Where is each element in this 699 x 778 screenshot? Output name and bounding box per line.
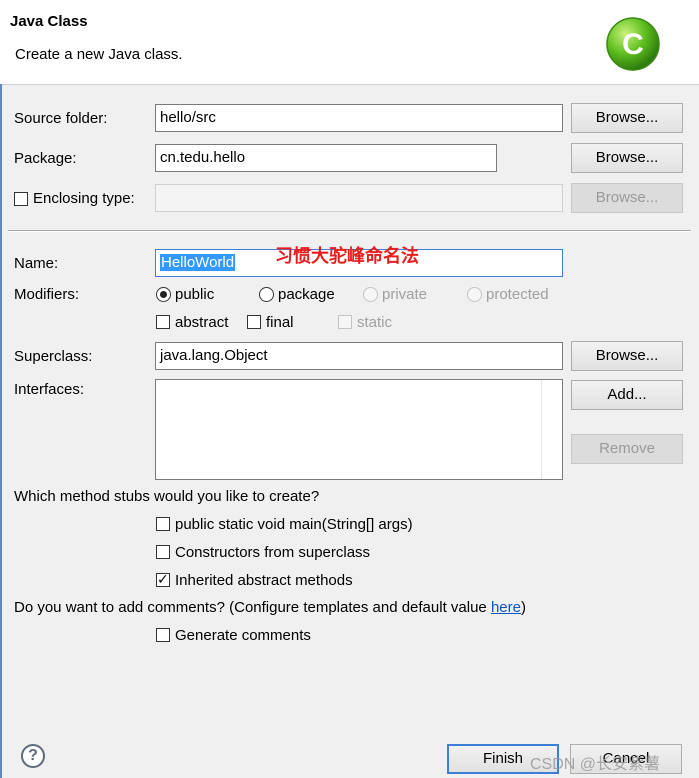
comments-question-end: ) [520,599,526,616]
package-radio[interactable] [259,287,274,302]
modifiers-label: Modifiers: [14,286,80,303]
templates-here-link[interactable]: here [491,599,521,616]
name-label: Name: [14,255,59,272]
svg-text:C: C [622,28,644,61]
static-checkbox-label: static [357,314,393,331]
package-label: Package: [14,150,77,167]
annotation-text: 习惯大驼峰命名法 [275,246,419,266]
dialog-header: Java Class Create a new Java class. C [0,0,699,85]
inherited-abstract-checkbox[interactable]: ✓ [156,571,170,587]
interfaces-label: Interfaces: [14,381,85,398]
enclosing-type-browse-button[interactable]: Browse... [571,183,683,213]
name-selected-text: HelloWorld [160,254,236,271]
generate-comments-label: Generate comments [175,627,311,644]
superclass-browse-button[interactable]: Browse... [571,341,683,371]
comments-question: Do you want to add comments? (Configure … [14,599,526,616]
comments-question-text: Do you want to add comments? (Configure … [14,599,491,616]
superclass-input[interactable]: java.lang.Object [155,342,563,370]
private-radio-label: private [382,286,428,303]
constructors-checkbox[interactable] [156,545,170,559]
enclosing-type-label: Enclosing type: [33,190,135,207]
enclosing-type-input[interactable] [155,184,563,212]
abstract-checkbox[interactable] [156,315,170,329]
public-radio[interactable] [156,287,171,302]
generate-comments-checkbox[interactable] [156,628,170,642]
package-browse-button[interactable]: Browse... [571,143,683,173]
checkmark-icon: ✓ [157,571,169,587]
interfaces-list[interactable] [155,379,563,480]
method-stubs-question: Which method stubs would you like to cre… [14,488,320,505]
private-radio[interactable] [363,287,378,302]
interfaces-remove-button[interactable]: Remove [571,434,683,464]
protected-radio[interactable] [467,287,482,302]
help-icon[interactable]: ? [21,744,45,768]
abstract-checkbox-label: abstract [175,314,229,331]
java-class-logo-icon: C [606,17,660,71]
watermark-text: CSDN @长安紫薯 [530,756,661,773]
protected-radio-label: protected [486,286,549,303]
dialog-title: Java Class [10,13,88,30]
package-input[interactable]: cn.tedu.hello [155,144,497,172]
source-folder-input[interactable]: hello/src [155,104,563,132]
interfaces-add-button[interactable]: Add... [571,380,683,410]
enclosing-type-checkbox[interactable] [14,192,28,206]
final-checkbox-label: final [266,314,294,331]
public-radio-label: public [175,286,215,303]
inherited-abstract-label: Inherited abstract methods [175,572,353,589]
window-left-edge [0,84,2,778]
section-separator [8,230,691,232]
static-checkbox[interactable] [338,315,352,329]
dialog-subtitle: Create a new Java class. [15,46,183,63]
package-radio-label: package [278,286,335,303]
superclass-label: Superclass: [14,348,93,365]
main-method-checkbox[interactable] [156,517,170,531]
source-folder-browse-button[interactable]: Browse... [571,103,683,133]
final-checkbox[interactable] [247,315,261,329]
main-method-label: public static void main(String[] args) [175,516,413,533]
source-folder-label: Source folder: [14,110,108,127]
constructors-label: Constructors from superclass [175,544,371,561]
